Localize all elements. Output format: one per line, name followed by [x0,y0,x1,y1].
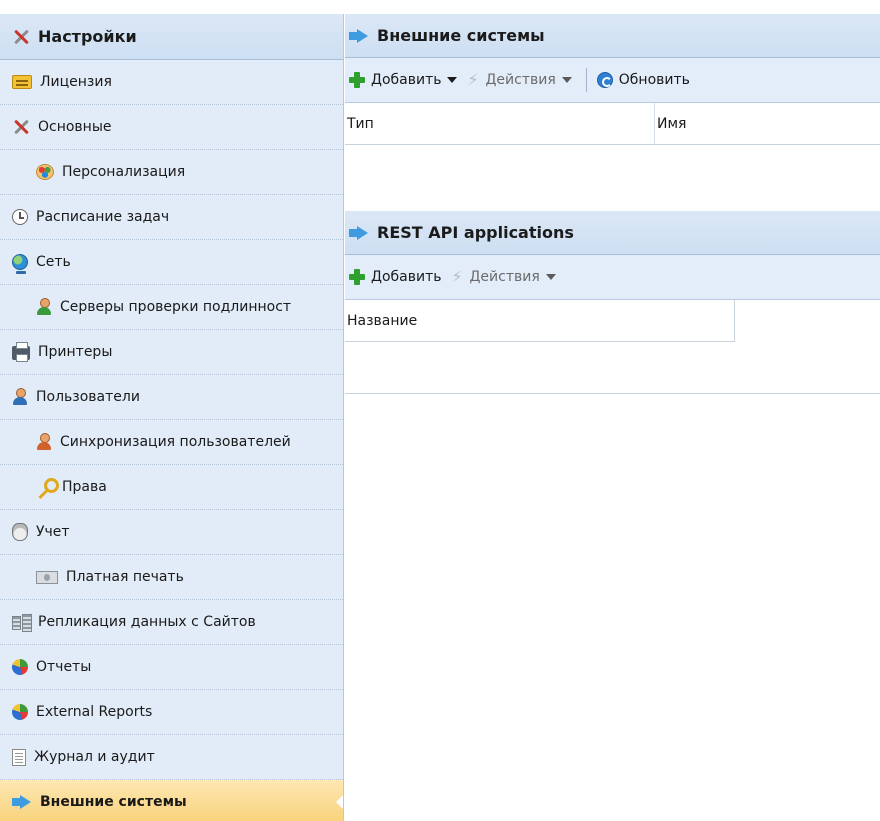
printer-icon [12,342,30,362]
panel-header: REST API applications [345,211,880,255]
arrow-right-icon [349,225,369,240]
moneybag-icon [12,523,28,541]
chevron-down-icon [447,77,458,83]
panel-title: Внешние системы [377,26,545,45]
sidebar-item-paid-printing[interactable]: Платная печать [0,555,343,600]
actions-button[interactable]: ⚡︎ Действия [451,267,556,286]
sidebar-item-rights[interactable]: Права [0,465,343,510]
user-orange-icon [36,433,52,451]
sidebar-item-label: Пользователи [36,389,140,405]
sidebar-item-printers[interactable]: Принтеры [0,330,343,375]
palette-icon [36,164,54,180]
sidebar-item-label: External Reports [36,704,153,720]
main-content: Внешние системы Добавить ⚡︎ Действия Обн… [345,14,880,394]
grid-header: Название [345,300,880,342]
lightning-icon: ⚡︎ [451,267,463,286]
sidebar-item-label: Серверы проверки подлинност [60,299,292,315]
chevron-down-icon [545,274,556,280]
external-systems-panel: Внешние системы Добавить ⚡︎ Действия Обн… [345,14,880,211]
sidebar-item-user-sync[interactable]: Синхронизация пользователей [0,420,343,465]
refresh-label: Обновить [618,72,690,88]
sidebar-title: Настройки [38,27,137,46]
sidebar-item-label: Сеть [36,254,71,270]
grid-body [345,145,880,211]
sidebar-item-label: Принтеры [38,344,113,360]
arrow-right-icon [349,28,369,43]
user-icon [12,388,28,406]
grid-header: Тип Имя [345,103,880,145]
sidebar-item-task-schedule[interactable]: Расписание задач [0,195,343,240]
sidebar-item-external-systems[interactable]: Внешние системы [0,780,343,821]
sidebar-item-general[interactable]: Основные [0,105,343,150]
pie-chart-icon [12,659,28,675]
sidebar-item-label: Права [62,479,107,495]
settings-sidebar: Настройки Лицензия Основные Персонализац… [0,14,344,821]
column-header-name[interactable]: Имя [655,103,880,144]
refresh-button[interactable]: Обновить [596,72,690,88]
sidebar-item-label: Журнал и аудит [34,749,155,765]
replicate-icon [12,614,32,632]
log-icon [12,748,26,766]
sidebar-item-network[interactable]: Сеть [0,240,343,285]
actions-label: Действия [469,269,540,285]
license-icon [12,75,32,89]
toolbar: Добавить ⚡︎ Действия [345,255,880,300]
sidebar-item-label: Персонализация [62,164,186,180]
actions-button[interactable]: ⚡︎ Действия [467,70,572,89]
column-label: Название [347,312,418,329]
rest-api-panel: REST API applications Добавить ⚡︎ Действ… [345,211,880,394]
add-button[interactable]: Добавить [349,72,458,88]
sidebar-header: Настройки [0,14,343,60]
sidebar-item-auth-servers[interactable]: Серверы проверки подлинност [0,285,343,330]
plus-icon [349,269,365,285]
actions-label: Действия [485,72,556,88]
add-label: Добавить [371,269,442,285]
sidebar-item-users[interactable]: Пользователи [0,375,343,420]
plus-icon [349,72,365,88]
tools-icon [12,28,30,46]
globe-icon [12,254,28,274]
sidebar-item-reports[interactable]: Отчеты [0,645,343,690]
chevron-down-icon [561,77,572,83]
clock-icon [12,209,28,225]
sidebar-item-label: Учет [36,524,70,540]
sidebar-item-label: Отчеты [36,659,92,675]
sidebar-item-label: Платная печать [66,569,184,585]
sidebar-item-label: Синхронизация пользователей [60,434,291,450]
panel-title: REST API applications [377,223,574,242]
sidebar-item-label: Репликация данных с Сайтов [38,614,256,630]
add-label: Добавить [371,72,442,88]
column-header-title[interactable]: Название [345,300,735,342]
refresh-icon [596,72,613,88]
lightning-icon: ⚡︎ [467,70,479,89]
add-button[interactable]: Добавить [349,269,441,285]
sidebar-item-log-audit[interactable]: Журнал и аудит [0,735,343,780]
column-header-type[interactable]: Тип [345,103,655,144]
sidebar-item-accounting[interactable]: Учет [0,510,343,555]
user-green-icon [36,298,52,316]
toolbar-separator [585,68,587,92]
sidebar-item-license[interactable]: Лицензия [0,60,343,105]
sidebar-item-label: Лицензия [40,74,112,90]
sidebar-item-label: Основные [38,119,112,135]
toolbar: Добавить ⚡︎ Действия Обновить [345,58,880,103]
key-icon [36,478,59,496]
panel-header: Внешние системы [345,14,880,58]
sidebar-item-personalization[interactable]: Персонализация [0,150,343,195]
sidebar-item-label: Расписание задач [36,209,170,225]
pie-chart-icon [12,704,28,720]
grid-body [345,342,880,394]
arrow-right-icon [12,795,32,809]
tools-icon [12,118,30,136]
sidebar-item-site-replication[interactable]: Репликация данных с Сайтов [0,600,343,645]
bill-icon [36,570,58,584]
sidebar-item-external-reports[interactable]: External Reports [0,690,343,735]
column-label: Тип [347,115,374,132]
column-label: Имя [657,115,687,132]
sidebar-item-label: Внешние системы [40,794,187,810]
